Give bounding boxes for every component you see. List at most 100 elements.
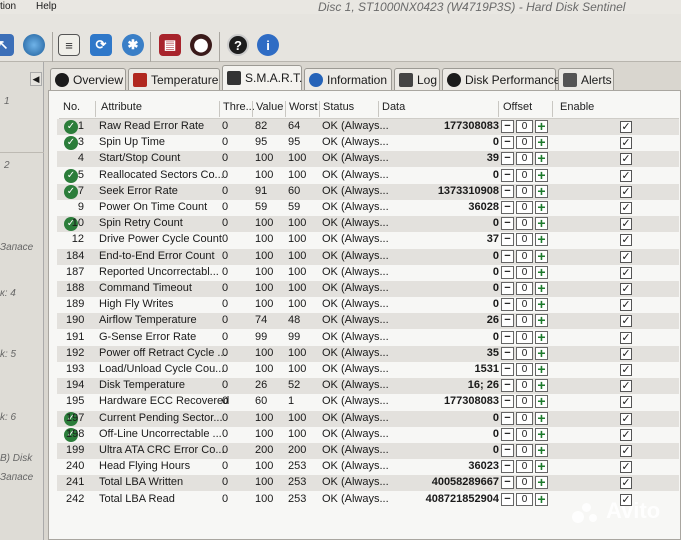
offset-increase-button[interactable]: + [535,184,548,198]
offset-decrease-button[interactable]: − [501,411,514,425]
enable-checkbox[interactable]: ✓ [620,380,632,393]
enable-checkbox[interactable]: ✓ [620,283,632,295]
enable-checkbox[interactable]: ✓ [620,185,632,198]
offset-value[interactable]: 0 [516,298,533,312]
table-row[interactable]: 195 Hardware ECC Recovered 0 60 1 OK (Always.… [57,394,679,410]
offset-increase-button[interactable]: + [535,427,548,441]
enable-checkbox[interactable]: ✓ [620,331,632,344]
offset-decrease-button[interactable]: − [501,427,514,441]
offset-decrease-button[interactable]: − [501,168,514,182]
offset-increase-button[interactable]: + [535,378,548,393]
column-header-worst[interactable]: Worst [289,101,318,117]
column-header-enable[interactable]: Enable [560,101,594,117]
table-row[interactable]: 190 Airflow Temperature 0 74 48 OK (Always...… [57,313,679,330]
column-header-offset[interactable]: Offset [503,101,532,117]
column-header-no[interactable]: No. [63,101,80,117]
enable-checkbox[interactable]: ✓ [620,266,632,279]
offset-value[interactable]: 0 [516,217,533,231]
offset-value[interactable]: 0 [516,363,533,376]
column-header-threshold[interactable]: Thre... [223,101,255,117]
offset-increase-button[interactable]: + [535,216,548,231]
table-row[interactable]: 192 Power off Retract Cycle ... 0 100 100 OK … [57,345,679,362]
offset-increase-button[interactable]: + [535,443,548,457]
enable-checkbox[interactable]: ✓ [620,299,632,312]
offset-value[interactable]: 0 [516,379,533,393]
table-row[interactable]: 188 Command Timeout 0 100 100 OK (Always... 0−… [57,281,679,297]
offset-increase-button[interactable]: + [535,313,548,328]
offset-decrease-button[interactable]: − [501,476,514,490]
enable-checkbox[interactable]: ✓ [620,169,632,182]
offset-increase-button[interactable]: + [535,492,548,506]
enable-checkbox[interactable]: ✓ [620,364,632,376]
offset-value[interactable]: 0 [516,265,533,279]
table-row[interactable]: ✓ 5 Reallocated Sectors Co... 0 100 100 OK (Al… [57,168,679,184]
tab-log[interactable]: Log [394,68,440,90]
offset-increase-button[interactable]: + [535,281,548,295]
offset-increase-button[interactable]: + [535,135,548,150]
menu-item-help[interactable]: Help [36,1,57,12]
back-icon[interactable]: ↖ [0,34,14,56]
offset-value[interactable]: 0 [516,346,533,360]
offset-value[interactable]: 0 [516,427,533,441]
disk-report-icon[interactable]: ≡ [58,34,80,56]
offset-value[interactable]: 0 [516,136,533,150]
table-row[interactable]: ✓ 7 Seek Error Rate 0 91 60 OK (Always... 13733… [57,183,679,200]
enable-checkbox[interactable]: ✓ [620,202,632,214]
offset-value[interactable]: 0 [516,411,533,425]
offset-decrease-button[interactable]: − [501,492,514,506]
table-row[interactable]: ✓ 197 Current Pending Sector... 0 100 100 OK (… [57,410,679,427]
tab-smart[interactable]: S.M.A.R.T. [222,65,302,90]
offset-decrease-button[interactable]: − [501,265,514,279]
offset-increase-button[interactable]: + [535,475,548,490]
offset-decrease-button[interactable]: − [501,249,514,263]
enable-checkbox[interactable]: ✓ [620,347,632,360]
offset-increase-button[interactable]: + [535,346,548,360]
offset-value[interactable]: 0 [516,201,533,214]
menu-item-partial[interactable]: tion [0,1,16,12]
offset-increase-button[interactable]: + [535,168,548,182]
table-row[interactable]: 184 End-to-End Error Count 0 100 100 OK (Alwa… [57,248,679,265]
offset-value[interactable]: 0 [516,492,533,506]
offset-decrease-button[interactable]: − [501,120,514,133]
offset-value[interactable]: 0 [516,184,533,198]
offset-decrease-button[interactable]: − [501,346,514,360]
table-row[interactable]: 189 High Fly Writes 0 100 100 OK (Always... 0−… [57,297,679,313]
offset-decrease-button[interactable]: − [501,201,514,214]
offset-decrease-button[interactable]: − [501,379,514,393]
disk-entry-2[interactable]: 2 [4,160,10,171]
offset-increase-button[interactable]: + [535,394,548,409]
enable-checkbox[interactable]: ✓ [620,153,632,166]
offset-value[interactable]: 0 [516,233,533,247]
enable-checkbox[interactable]: ✓ [620,315,632,328]
tab-overview[interactable]: Overview [50,68,126,90]
offset-decrease-button[interactable]: − [501,363,514,376]
column-header-status[interactable]: Status [323,101,354,117]
offset-value[interactable]: 0 [516,152,533,166]
table-row[interactable]: 199 Ultra ATA CRC Error Co... 0 200 200 OK (A… [57,443,679,459]
refresh-icon[interactable]: ⟳ [90,34,112,56]
offset-increase-button[interactable]: + [535,411,548,425]
offset-value[interactable]: 0 [516,249,533,263]
settings-icon[interactable]: ⬤ [190,34,212,56]
offset-decrease-button[interactable]: − [501,395,514,409]
offset-decrease-button[interactable]: − [501,460,514,474]
enable-checkbox[interactable]: ✓ [620,121,632,133]
offset-decrease-button[interactable]: − [501,298,514,312]
enable-checkbox[interactable]: ✓ [620,250,632,263]
table-row[interactable]: ✓ 3 Spin Up Time 0 95 95 OK (Always... 0−0 + ✓ [57,135,679,151]
offset-value[interactable]: 0 [516,395,533,409]
offset-increase-button[interactable]: + [535,151,548,166]
enable-checkbox[interactable]: ✓ [620,445,632,457]
offset-increase-button[interactable]: + [535,362,548,376]
enable-checkbox[interactable]: ✓ [620,234,632,247]
table-row[interactable]: ✓ 198 Off-Line Uncorrectable ... 0 100 100 OK … [57,427,679,443]
offset-value[interactable]: 0 [516,460,533,474]
tab-scroll-left-icon[interactable]: ◀ [30,72,42,86]
disk-entry-1[interactable]: 1 [4,96,10,107]
offset-decrease-button[interactable]: − [501,136,514,150]
enable-checkbox[interactable]: ✓ [620,428,632,441]
table-row[interactable]: 241 Total LBA Written 0 100 253 OK (Always...… [57,475,679,492]
offset-value[interactable]: 0 [516,282,533,295]
table-row[interactable]: 187 Reported Uncorrectabl... 0 100 100 OK (Al… [57,265,679,281]
offset-decrease-button[interactable]: − [501,217,514,231]
